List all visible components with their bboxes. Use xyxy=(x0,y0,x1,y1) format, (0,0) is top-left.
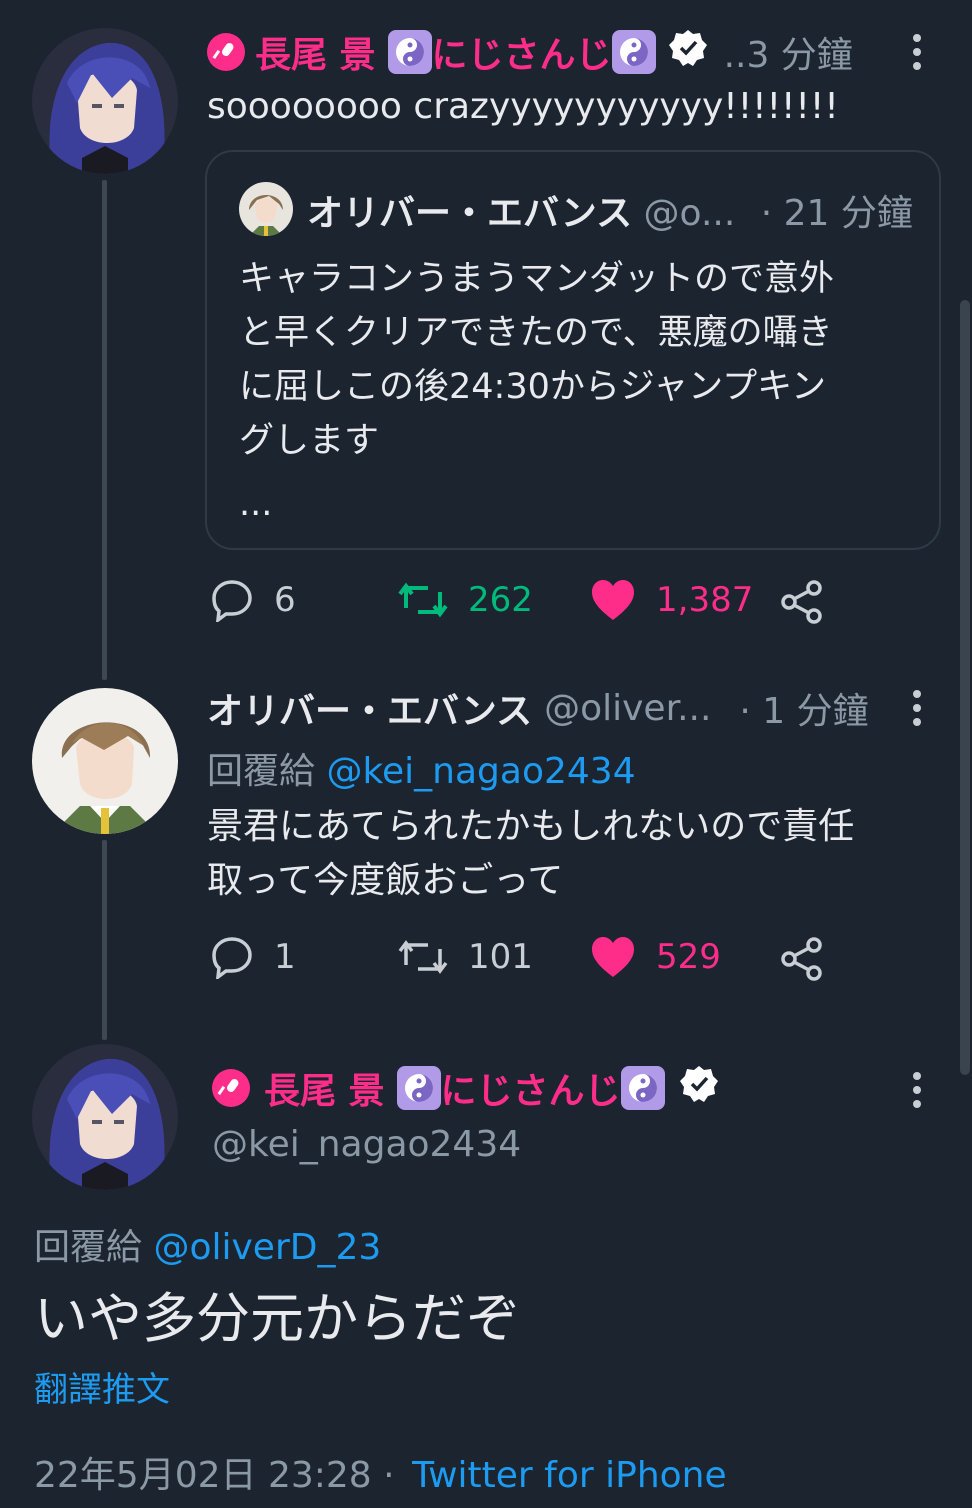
avatar-kei-nagao[interactable] xyxy=(32,1044,178,1190)
verified-icon xyxy=(679,1064,719,1113)
retweet-count: 262 xyxy=(468,580,533,620)
reply-context: 回覆給 @kei_nagao2434 xyxy=(207,742,636,794)
tweet-line: 取って今度飯おごって xyxy=(207,860,564,901)
tweet-timestamp[interactable]: 22年5月02日 23:28 · xyxy=(34,1455,395,1496)
tweet-time: · 1 分鐘 xyxy=(739,691,869,732)
author-name[interactable]: オリバー・エバンス xyxy=(207,682,532,734)
quote-author-name[interactable]: オリバー・エバンス xyxy=(307,193,632,234)
like-count: 1,387 xyxy=(656,580,754,620)
group-name: にじさんじ xyxy=(440,1071,621,1112)
more-options-icon[interactable] xyxy=(913,690,921,732)
tweet-time: ..3 分鐘 xyxy=(723,35,853,76)
microphone-icon xyxy=(207,33,245,71)
retweet-button[interactable]: 262 xyxy=(398,578,533,622)
reply-prefix: 回覆給 xyxy=(207,751,316,792)
tweet-meta: 22年5月02日 23:28 · Twitter for iPhone xyxy=(34,1446,727,1498)
yin-yang-icon xyxy=(396,1066,441,1110)
reply-mention-link[interactable]: @oliverD_23 xyxy=(153,1227,381,1268)
tweet-text: いや多分元からだぞ xyxy=(34,1287,520,1350)
scrollbar[interactable] xyxy=(960,300,970,1075)
quote-line: グします xyxy=(239,421,380,461)
share-icon xyxy=(781,580,822,624)
like-button[interactable]: 1,387 xyxy=(590,578,753,622)
verified-icon xyxy=(668,28,708,77)
retweet-count: 101 xyxy=(468,937,533,977)
tweet-text: 景君にあてられたかもしれないので責任 取って今度飯おごって xyxy=(207,800,854,908)
tweet3-header: 長尾 景 にじさんじ xyxy=(212,1064,719,1112)
like-button[interactable]: 529 xyxy=(590,935,721,979)
quoted-tweet[interactable]: オリバー・エバンス @o... · 21 分鐘 キャラコンうまうマンダットので意… xyxy=(205,150,941,550)
share-icon xyxy=(781,937,822,981)
reply-count: 6 xyxy=(274,580,296,620)
quote-text: キャラコンうまうマンダットので意外 と早くクリアできたので、悪魔の囁き に屈しこ… xyxy=(239,252,834,524)
quote-author-handle: @o... xyxy=(643,193,736,234)
tweet-text: soooooooo crazyyyyyyyyyyy!!!!!!!! xyxy=(207,86,839,127)
quote-time: · 21 分鐘 xyxy=(760,193,913,234)
avatar-oliver-small xyxy=(239,182,293,236)
microphone-icon xyxy=(212,1069,250,1107)
tweet1-header: 長尾 景 にじさんじ ..3 分鐘 xyxy=(207,28,853,76)
reply-icon xyxy=(212,937,252,979)
heart-icon xyxy=(592,580,634,620)
reply-count: 1 xyxy=(274,937,296,977)
heart-icon xyxy=(592,937,634,977)
quote-line: キャラコンうまうマンダットので意外 xyxy=(239,259,835,299)
yin-yang-icon xyxy=(620,1066,665,1110)
reply-mention-link[interactable]: @kei_nagao2434 xyxy=(326,751,635,792)
retweet-icon xyxy=(398,582,448,618)
reply-button[interactable]: 6 xyxy=(210,578,296,622)
reply-context: 回覆給 @oliverD_23 xyxy=(34,1218,381,1270)
avatar-oliver-evans[interactable] xyxy=(32,688,178,834)
reply-prefix: 回覆給 xyxy=(34,1227,143,1268)
quote-line: と早くクリアできたので、悪魔の囁き xyxy=(239,313,833,353)
group-name: にじさんじ xyxy=(431,35,612,76)
yin-yang-icon xyxy=(387,30,432,74)
reply-button[interactable]: 1 xyxy=(210,935,296,979)
author-handle: @kei_nagao2434 xyxy=(212,1124,522,1165)
display-name[interactable]: 長尾 景 xyxy=(264,1062,385,1114)
share-button[interactable] xyxy=(780,580,844,624)
share-button[interactable] xyxy=(780,937,844,981)
thread-line xyxy=(102,180,107,680)
display-name[interactable]: 長尾 景 xyxy=(255,26,376,78)
more-options-icon[interactable] xyxy=(913,1072,921,1114)
yin-yang-icon xyxy=(611,30,656,74)
thread-line xyxy=(102,840,107,1040)
quote-ellipsis: ... xyxy=(239,484,273,524)
retweet-button[interactable]: 101 xyxy=(398,935,533,979)
quote-header: オリバー・エバンス @o... · 21 分鐘 xyxy=(307,184,913,236)
tweet-source-link[interactable]: Twitter for iPhone xyxy=(412,1455,727,1496)
tweet-line: 景君にあてられたかもしれないので責任 xyxy=(207,806,855,847)
like-count: 529 xyxy=(656,937,721,977)
reply-icon xyxy=(212,580,252,622)
retweet-icon xyxy=(398,940,448,974)
avatar-kei-nagao[interactable] xyxy=(32,28,178,174)
more-options-icon[interactable] xyxy=(913,34,921,76)
author-handle: @oliver... xyxy=(544,687,712,729)
tweet2-header: オリバー・エバンス @oliver... · 1 分鐘 xyxy=(207,682,869,734)
quote-line: に屈しこの後24:30からジャンプキン xyxy=(239,367,827,407)
translate-tweet-link[interactable]: 翻譯推文 xyxy=(34,1362,170,1411)
